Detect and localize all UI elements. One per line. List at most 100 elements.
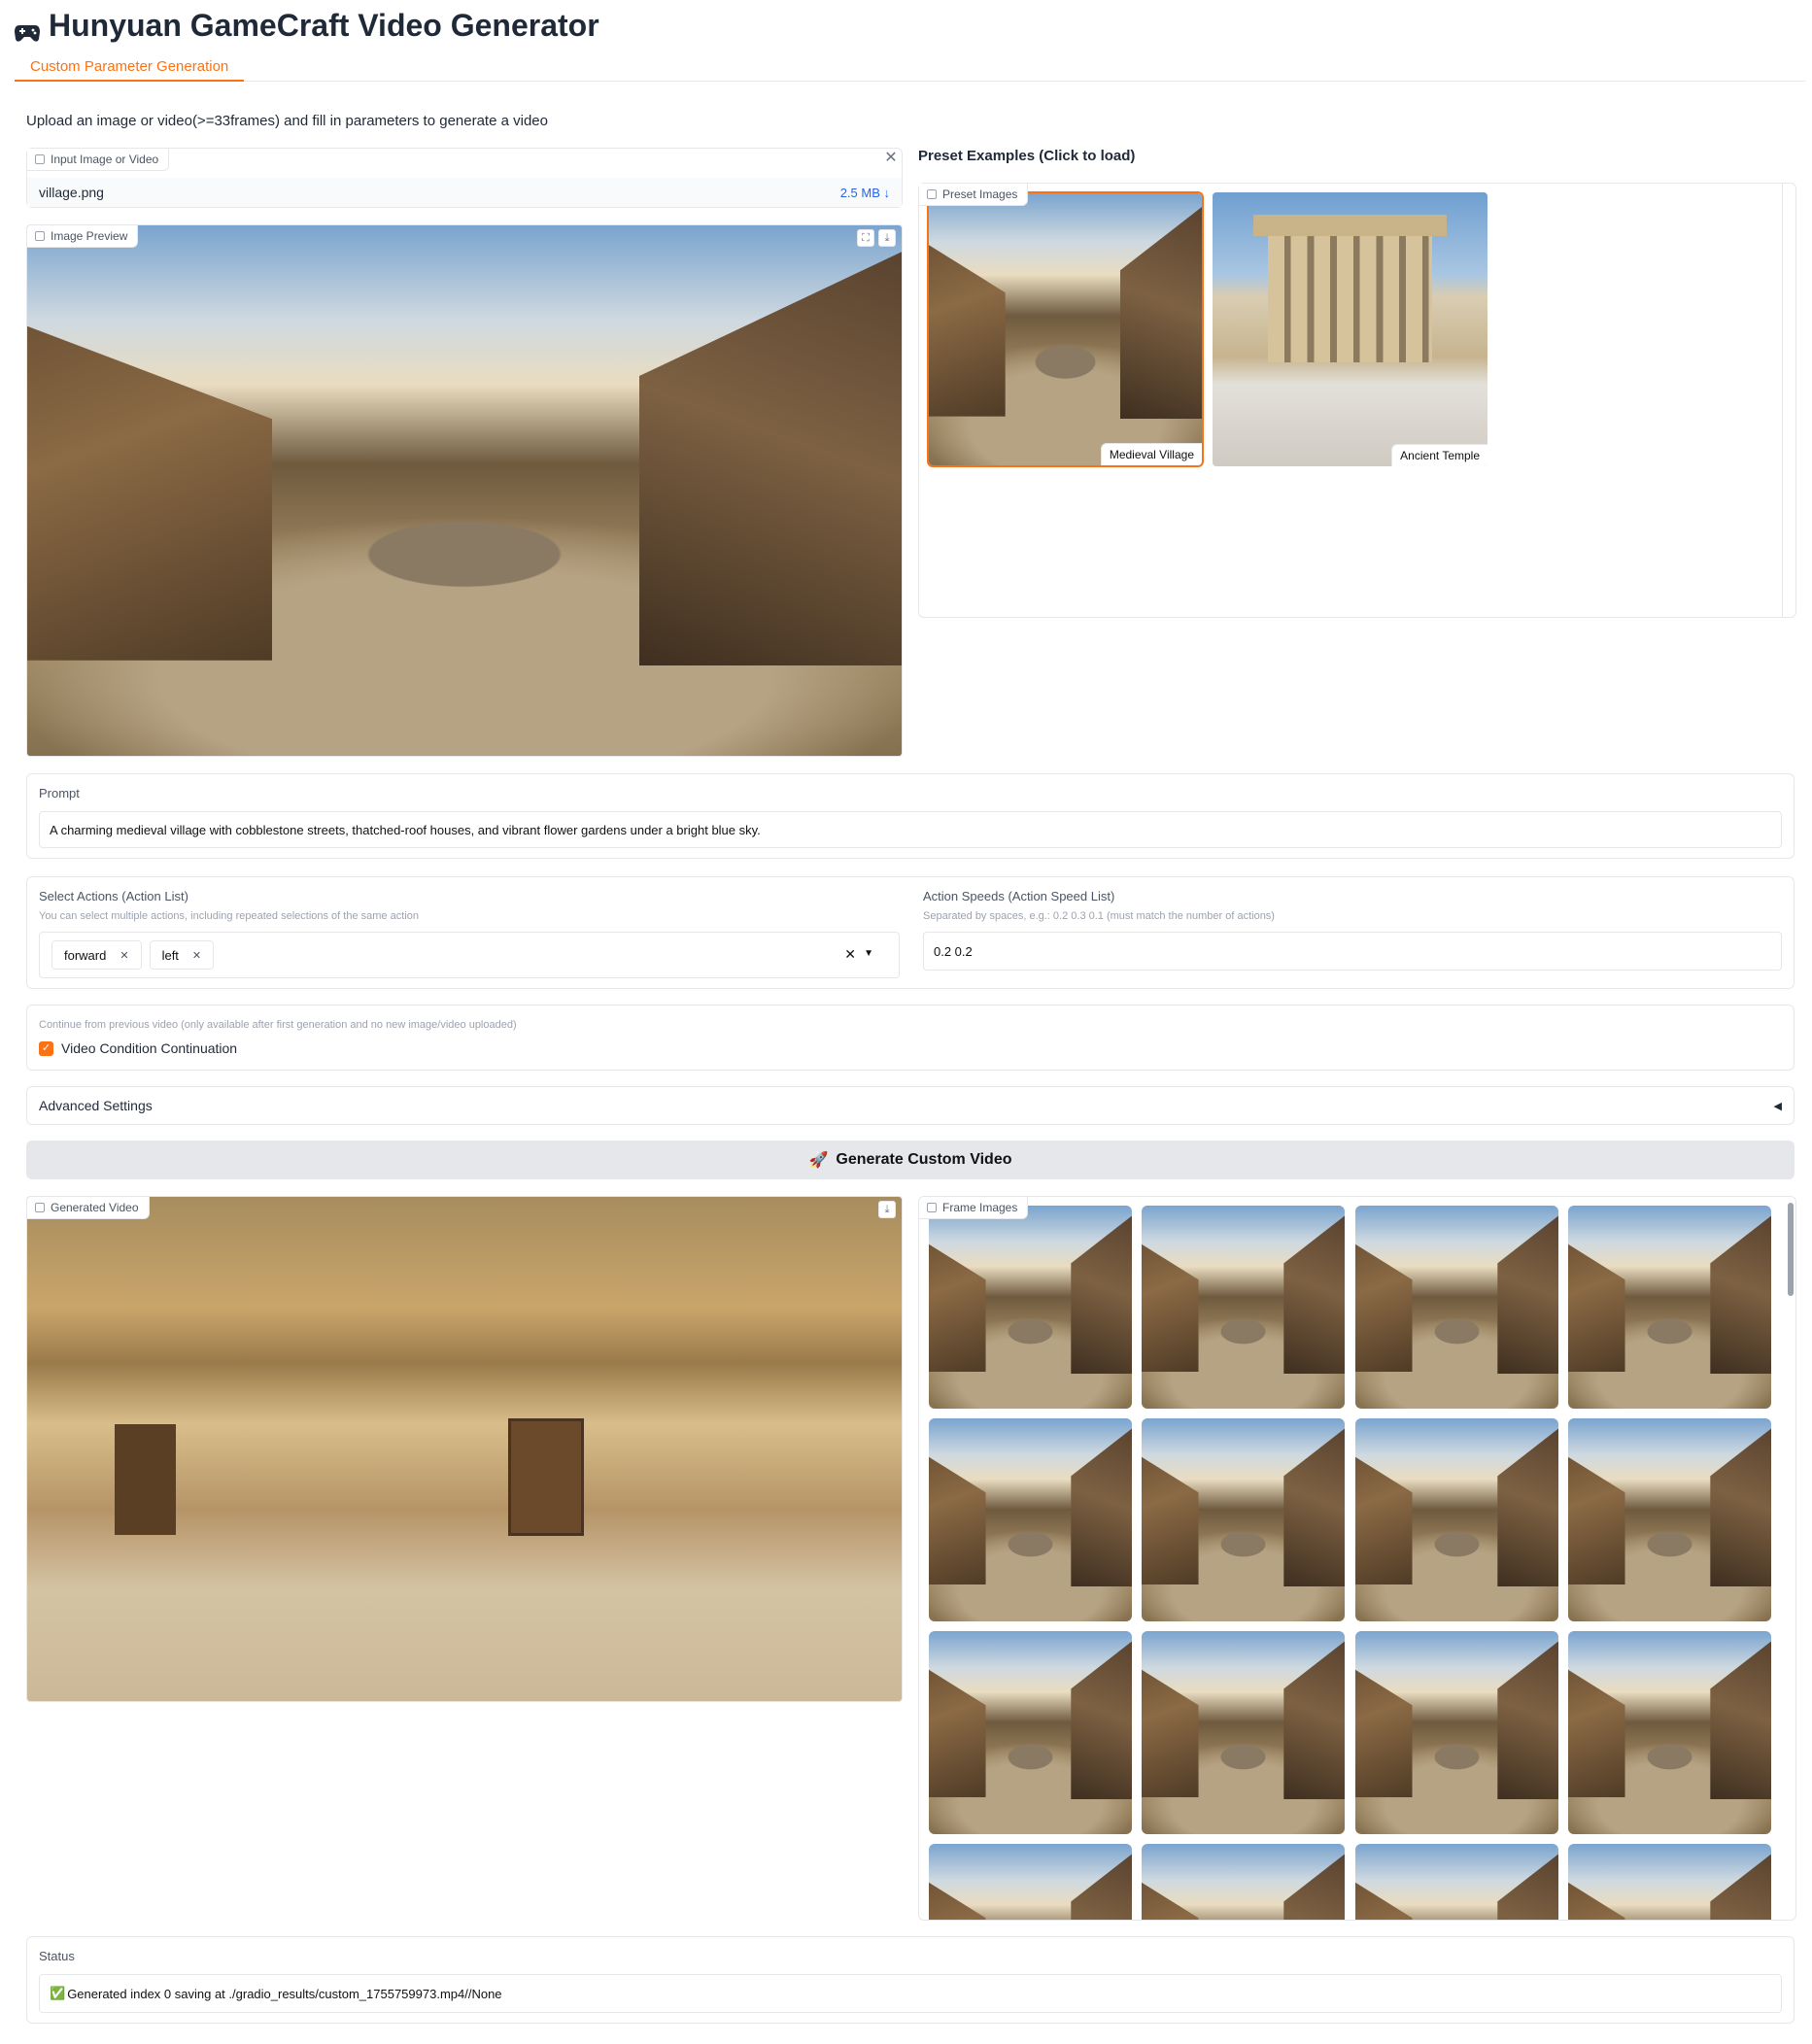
- preset-medieval-village[interactable]: Medieval Village: [927, 191, 1204, 467]
- app-title-text: Hunyuan GameCraft Video Generator: [49, 8, 599, 43]
- frame-image: [929, 1206, 1132, 1409]
- frame-image: [1142, 1206, 1345, 1409]
- status-label: Status: [39, 1949, 75, 1963]
- frame-thumbnail[interactable]: [1568, 1418, 1771, 1621]
- tab-custom-parameter-generation[interactable]: Custom Parameter Generation: [15, 54, 245, 82]
- tab-bar: Custom Parameter Generation: [15, 54, 1805, 82]
- preset-caption: Medieval Village: [1100, 443, 1202, 465]
- frame-images-label: Frame Images: [919, 1197, 1029, 1219]
- continuation-checkbox-label: Video Condition Continuation: [61, 1040, 238, 1056]
- frame-thumbnail[interactable]: [929, 1206, 1132, 1409]
- frame-thumbnail[interactable]: [1568, 1844, 1771, 1920]
- gallery-scrollbar[interactable]: [1782, 184, 1795, 617]
- clear-file-button[interactable]: ✕: [882, 151, 900, 168]
- frame-image: [929, 1844, 1132, 1920]
- advanced-settings-accordion[interactable]: Advanced Settings ◀: [26, 1086, 1795, 1125]
- status-panel: Status ✅ Generated index 0 saving at ./g…: [26, 1936, 1795, 2024]
- image-icon: [35, 231, 45, 241]
- presets-heading: Preset Examples (Click to load): [918, 148, 1136, 164]
- frame-image: [929, 1418, 1132, 1621]
- frame-thumbnail[interactable]: [1142, 1631, 1345, 1834]
- actions-info: You can select multiple actions, includi…: [39, 910, 419, 922]
- frame-thumbnail[interactable]: [929, 1631, 1132, 1834]
- continuation-checkbox-row[interactable]: ✓ Video Condition Continuation: [39, 1040, 237, 1056]
- frame-thumbnail[interactable]: [1568, 1631, 1771, 1834]
- file-download-link[interactable]: 2.5 MB ↓: [840, 186, 890, 200]
- status-output[interactable]: ✅ Generated index 0 saving at ./gradio_r…: [39, 1974, 1782, 2013]
- preset-caption: Ancient Temple: [1391, 444, 1487, 466]
- download-video-button[interactable]: ⤓: [878, 1201, 896, 1218]
- preset-gallery-label: Preset Images: [919, 184, 1029, 206]
- preset-ancient-temple[interactable]: Ancient Temple: [1213, 192, 1487, 466]
- token-label: left: [161, 947, 179, 963]
- frame-image: [1568, 1631, 1771, 1834]
- preset-village-image: [929, 193, 1202, 465]
- input-file-label-text: Input Image or Video: [51, 153, 159, 166]
- frame-thumbnail[interactable]: [1355, 1844, 1558, 1920]
- prompt-input[interactable]: A charming medieval village with cobbles…: [39, 811, 1782, 848]
- frame-image: [1355, 1844, 1558, 1920]
- input-file-panel: Input Image or Video ✕ village.png 2.5 M…: [26, 148, 903, 208]
- action-token-forward[interactable]: forward ✕: [51, 940, 142, 970]
- image-preview-label-text: Image Preview: [51, 229, 128, 243]
- generated-video-panel: Generated Video ⤓: [26, 1196, 903, 1702]
- prompt-label: Prompt: [39, 786, 80, 801]
- fullscreen-button[interactable]: ⛶: [857, 229, 874, 247]
- frame-thumbnail[interactable]: [1355, 1631, 1558, 1834]
- frame-thumbnail[interactable]: [1355, 1418, 1558, 1621]
- frame-thumbnail[interactable]: [929, 1844, 1132, 1920]
- frame-image: [1568, 1844, 1771, 1920]
- prompt-panel: Prompt A charming medieval village with …: [26, 773, 1795, 859]
- close-icon: ✕: [884, 150, 898, 166]
- frame-thumbnail[interactable]: [1355, 1206, 1558, 1409]
- speeds-info: Separated by spaces, e.g.: 0.2 0.3 0.1 (…: [923, 910, 1275, 922]
- clear-all-icon[interactable]: ✕: [844, 946, 856, 963]
- frame-image: [1568, 1418, 1771, 1621]
- speeds-text: 0.2 0.2: [934, 943, 973, 959]
- checkbox-checked-icon[interactable]: ✓: [39, 1040, 53, 1056]
- file-icon: [35, 154, 45, 164]
- action-token-left[interactable]: left ✕: [149, 940, 215, 970]
- actions-multiselect[interactable]: forward ✕ left ✕ ✕ ▼: [39, 932, 900, 978]
- actions-panel: Select Actions (Action List) You can sel…: [26, 876, 1795, 989]
- speeds-input[interactable]: 0.2 0.2: [923, 932, 1782, 971]
- token-label: forward: [64, 947, 107, 963]
- app-title: Hunyuan GameCraft Video Generator: [14, 8, 599, 44]
- frame-image: [1355, 1631, 1558, 1834]
- frame-images-label-text: Frame Images: [942, 1201, 1018, 1214]
- image-preview-panel: Image Preview ⛶ ⤓: [26, 224, 903, 757]
- collapse-arrow-icon: ◀: [1773, 1100, 1782, 1112]
- rocket-icon: 🚀: [808, 1152, 829, 1169]
- preset-temple-image: [1213, 192, 1487, 466]
- frame-thumbnail[interactable]: [1142, 1206, 1345, 1409]
- chevron-down-icon[interactable]: ▼: [864, 948, 873, 959]
- generate-button[interactable]: 🚀 Generate Custom Video: [26, 1141, 1795, 1179]
- generate-button-label: Generate Custom Video: [836, 1151, 1012, 1168]
- download-icon: ⤓: [884, 1204, 890, 1215]
- frame-thumbnail[interactable]: [1142, 1844, 1345, 1920]
- frame-image: [1142, 1844, 1345, 1920]
- gamepad-icon: [14, 16, 41, 42]
- frame-image: [929, 1631, 1132, 1834]
- preset-gallery: Preset Images Medieval Village Ancient T…: [918, 183, 1796, 618]
- remove-token-icon[interactable]: ✕: [120, 949, 128, 962]
- image-icon: [927, 1203, 937, 1212]
- continuation-info: Continue from previous video (only avail…: [39, 1019, 517, 1031]
- gallery-scrollbar[interactable]: [1788, 1203, 1794, 1296]
- preview-image: [27, 225, 902, 756]
- frame-image: [1568, 1206, 1771, 1409]
- status-text: Generated index 0 saving at ./gradio_res…: [67, 1986, 502, 2001]
- frame-image: [1355, 1206, 1558, 1409]
- frame-thumbnail[interactable]: [1568, 1206, 1771, 1409]
- remove-token-icon[interactable]: ✕: [192, 949, 201, 962]
- preset-gallery-label-text: Preset Images: [942, 187, 1018, 201]
- advanced-settings-label: Advanced Settings: [39, 1098, 153, 1113]
- frame-thumbnail[interactable]: [929, 1418, 1132, 1621]
- download-preview-button[interactable]: ⤓: [878, 229, 896, 247]
- check-icon: ✅: [50, 1986, 66, 2000]
- actions-label: Select Actions (Action List): [39, 889, 188, 903]
- frame-thumbnail[interactable]: [1142, 1418, 1345, 1621]
- image-icon: [927, 189, 937, 199]
- frame-images-gallery: Frame Images: [918, 1196, 1796, 1921]
- generated-video-player[interactable]: [27, 1197, 902, 1701]
